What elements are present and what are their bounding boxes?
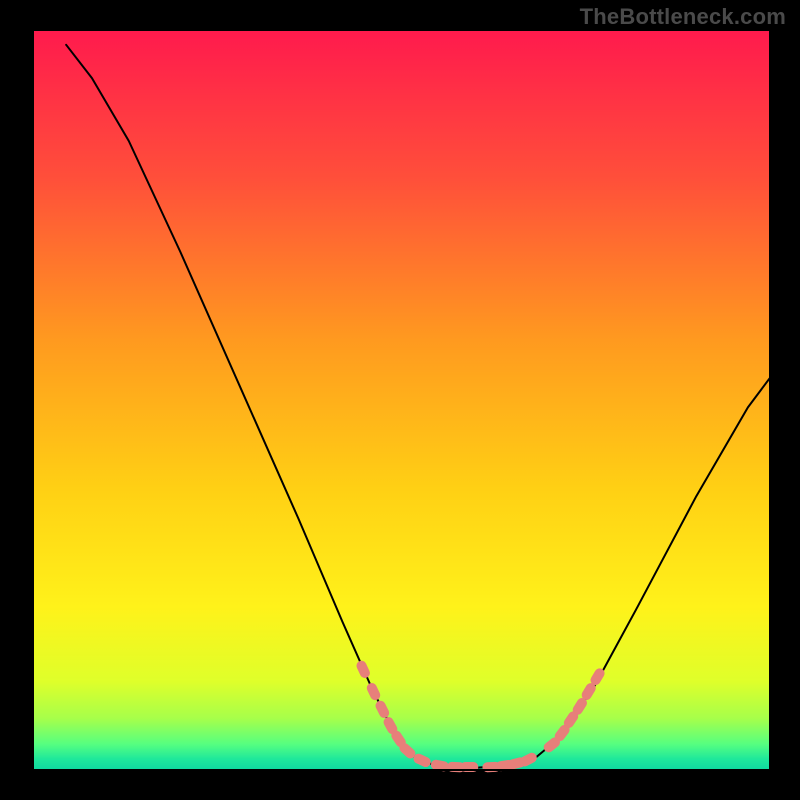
- watermark-text: TheBottleneck.com: [580, 4, 786, 30]
- plot-background: [33, 30, 770, 770]
- chart-frame: TheBottleneck.com: [0, 0, 800, 800]
- bottleneck-chart: [0, 0, 800, 800]
